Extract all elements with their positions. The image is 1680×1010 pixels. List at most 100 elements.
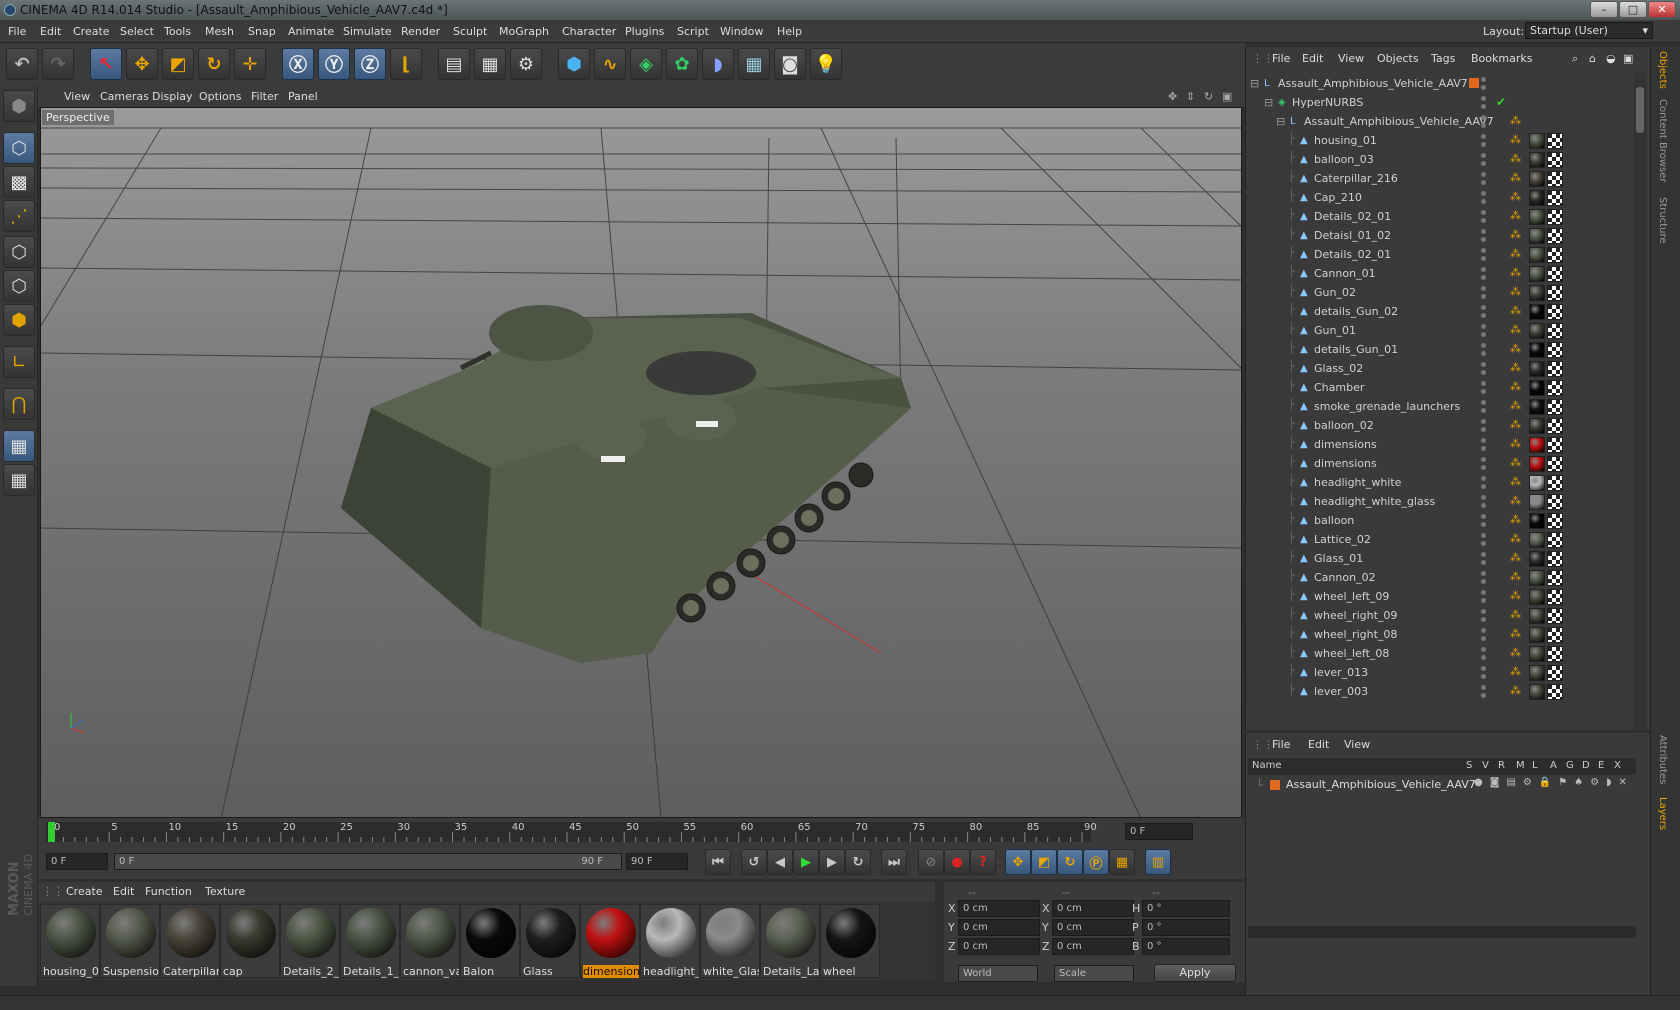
visibility-editor-dot[interactable]	[1481, 343, 1486, 348]
viewport-move-icon[interactable]: ✥	[1168, 90, 1177, 103]
key-scale-button[interactable]: ◩	[1031, 849, 1057, 875]
uvw-tag-icon[interactable]	[1547, 171, 1563, 187]
object-row[interactable]: ▲ Details_02_01 ├ ⁂	[1248, 207, 1633, 227]
expand-icon[interactable]: ⊟	[1250, 77, 1259, 90]
layer-toggle-icons[interactable]: ●◙▤⚙🔒⚑♠⚙◗✕	[1474, 777, 1634, 788]
menu-sculpt[interactable]: Sculpt	[453, 25, 487, 38]
material-slot[interactable]: Details_Lat	[760, 904, 820, 978]
visibility-render-dot[interactable]	[1481, 199, 1486, 204]
uvw-tag-icon[interactable]	[1547, 608, 1563, 624]
visibility-editor-dot[interactable]	[1481, 400, 1486, 405]
visibility-editor-dot[interactable]	[1481, 134, 1486, 139]
undo-button[interactable]: ↶	[6, 48, 38, 80]
uvw-tag-icon[interactable]	[1547, 532, 1563, 548]
visibility-render-dot[interactable]	[1481, 693, 1486, 698]
coord-value-field[interactable]: 0 °	[1142, 919, 1230, 936]
material-tag-icon[interactable]	[1529, 475, 1545, 491]
tab-structure[interactable]: Structure	[1657, 197, 1668, 244]
visibility-editor-dot[interactable]	[1481, 533, 1486, 538]
close-button[interactable]: ✕	[1648, 1, 1676, 18]
uvw-tag-icon[interactable]	[1547, 228, 1563, 244]
workplane-mode-button[interactable]: ⋰	[3, 200, 35, 232]
x-axis-lock-button[interactable]: Ⓧ	[282, 48, 314, 80]
coord-value-field[interactable]: 0 °	[1142, 938, 1230, 955]
visibility-editor-dot[interactable]	[1481, 305, 1486, 310]
object-row[interactable]: ▲ wheel_right_09 ├ ⁂	[1248, 606, 1633, 626]
visibility-render-dot[interactable]	[1481, 332, 1486, 337]
material-tag-icon[interactable]	[1529, 437, 1545, 453]
edges-mode-button[interactable]: ⬡	[3, 270, 35, 302]
material-tag-icon[interactable]	[1529, 209, 1545, 225]
menu-select[interactable]: Select	[120, 25, 154, 38]
live-selection-tool[interactable]: ↖	[90, 48, 122, 80]
menu-create[interactable]: Create	[73, 25, 110, 38]
cube-primitive-button[interactable]: ⬢	[558, 48, 590, 80]
z-axis-lock-button[interactable]: Ⓩ	[354, 48, 386, 80]
layers-menu-file[interactable]: File	[1272, 738, 1290, 751]
uvw-tag-icon[interactable]	[1547, 399, 1563, 415]
menu-animate[interactable]: Animate	[288, 25, 334, 38]
material-tag-icon[interactable]	[1529, 342, 1545, 358]
object-row-root[interactable]: L Assault_Amphibious_Vehicle_AAV7 ⊟	[1248, 74, 1633, 94]
visibility-editor-dot[interactable]	[1481, 571, 1486, 576]
material-tag-icon[interactable]	[1529, 665, 1545, 681]
tab-attributes[interactable]: Attributes	[1657, 735, 1668, 784]
visibility-editor-dot[interactable]	[1481, 191, 1486, 196]
recent-tool[interactable]: ✛	[234, 48, 266, 80]
object-row[interactable]: ▲ wheel_left_08 ├ ⁂	[1248, 644, 1633, 664]
uvw-tag-icon[interactable]	[1547, 285, 1563, 301]
material-tag-icon[interactable]	[1529, 228, 1545, 244]
uvw-tag-icon[interactable]	[1547, 418, 1563, 434]
material-slot[interactable]: Balon	[460, 904, 520, 978]
menu-file[interactable]: File	[8, 25, 26, 38]
uvw-tag-icon[interactable]	[1547, 627, 1563, 643]
uvw-tag-icon[interactable]	[1547, 513, 1563, 529]
uvw-tag-icon[interactable]	[1547, 266, 1563, 282]
uvw-tag-icon[interactable]	[1547, 665, 1563, 681]
material-slot[interactable]: headlight_	[640, 904, 700, 978]
object-row-hypernurbs[interactable]: ◈ HyperNURBS ⊟ ✔	[1248, 93, 1633, 113]
nurbs-button[interactable]: ◈	[630, 48, 662, 80]
object-row[interactable]: ▲ Gun_01 ├ ⁂	[1248, 321, 1633, 341]
enabled-checkmark-icon[interactable]: ✔	[1496, 95, 1506, 109]
autokey-button[interactable]: ?	[970, 849, 996, 875]
object-row[interactable]: ▲ Detaisl_01_02 ├ ⁂	[1248, 226, 1633, 246]
material-tag-icon[interactable]	[1529, 608, 1545, 624]
render-settings-button[interactable]: ⚙	[510, 48, 542, 80]
visibility-editor-dot[interactable]	[1481, 628, 1486, 633]
current-frame-field[interactable]: 0 F	[1125, 823, 1193, 840]
eye-icon[interactable]: ◒	[1606, 52, 1616, 65]
objects-menu-objects[interactable]: Objects	[1377, 52, 1419, 65]
uvw-tag-icon[interactable]	[1547, 475, 1563, 491]
menu-mograph[interactable]: MoGraph	[499, 25, 549, 38]
object-row[interactable]: ▲ details_Gun_01 ├ ⁂	[1248, 340, 1633, 360]
material-slot[interactable]: housing_0:	[40, 904, 100, 978]
repeat-button[interactable]: ↻	[845, 849, 871, 875]
uvw-tag-icon[interactable]	[1547, 646, 1563, 662]
expand-icon[interactable]: ⊟	[1276, 115, 1285, 128]
viewport-rotate-icon[interactable]: ↻	[1204, 90, 1213, 103]
coord-value-field[interactable]: 0 cm	[958, 938, 1040, 955]
end-frame-field[interactable]: 90 F	[626, 853, 688, 870]
menu-script[interactable]: Script	[677, 25, 709, 38]
visibility-editor-dot[interactable]	[1481, 229, 1486, 234]
coord-value-field[interactable]: 0 cm	[1052, 900, 1134, 917]
deformer-button[interactable]: ◗	[702, 48, 734, 80]
visibility-render-dot[interactable]	[1481, 218, 1486, 223]
viewport-menu-cameras[interactable]: Cameras	[100, 90, 149, 103]
layer-horizontal-scrollbar[interactable]	[1248, 926, 1636, 938]
visibility-editor-dot[interactable]	[1481, 172, 1486, 177]
material-tag-icon[interactable]	[1529, 589, 1545, 605]
coord-value-field[interactable]: 0 cm	[1052, 938, 1134, 955]
uvw-tag-icon[interactable]	[1547, 209, 1563, 225]
object-row[interactable]: ▲ Details_02_01 ├ ⁂	[1248, 245, 1633, 265]
uvw-tag-icon[interactable]	[1547, 342, 1563, 358]
maximize-button[interactable]: □	[1619, 1, 1647, 18]
visibility-render-dot[interactable]	[1481, 142, 1486, 147]
visibility-render-dot[interactable]	[1481, 123, 1486, 128]
uvw-tag-icon[interactable]	[1547, 247, 1563, 263]
menu-plugins[interactable]: Plugins	[625, 25, 664, 38]
visibility-render-dot[interactable]	[1481, 598, 1486, 603]
layer-color-swatch[interactable]	[1270, 780, 1280, 790]
material-tag-icon[interactable]	[1529, 171, 1545, 187]
